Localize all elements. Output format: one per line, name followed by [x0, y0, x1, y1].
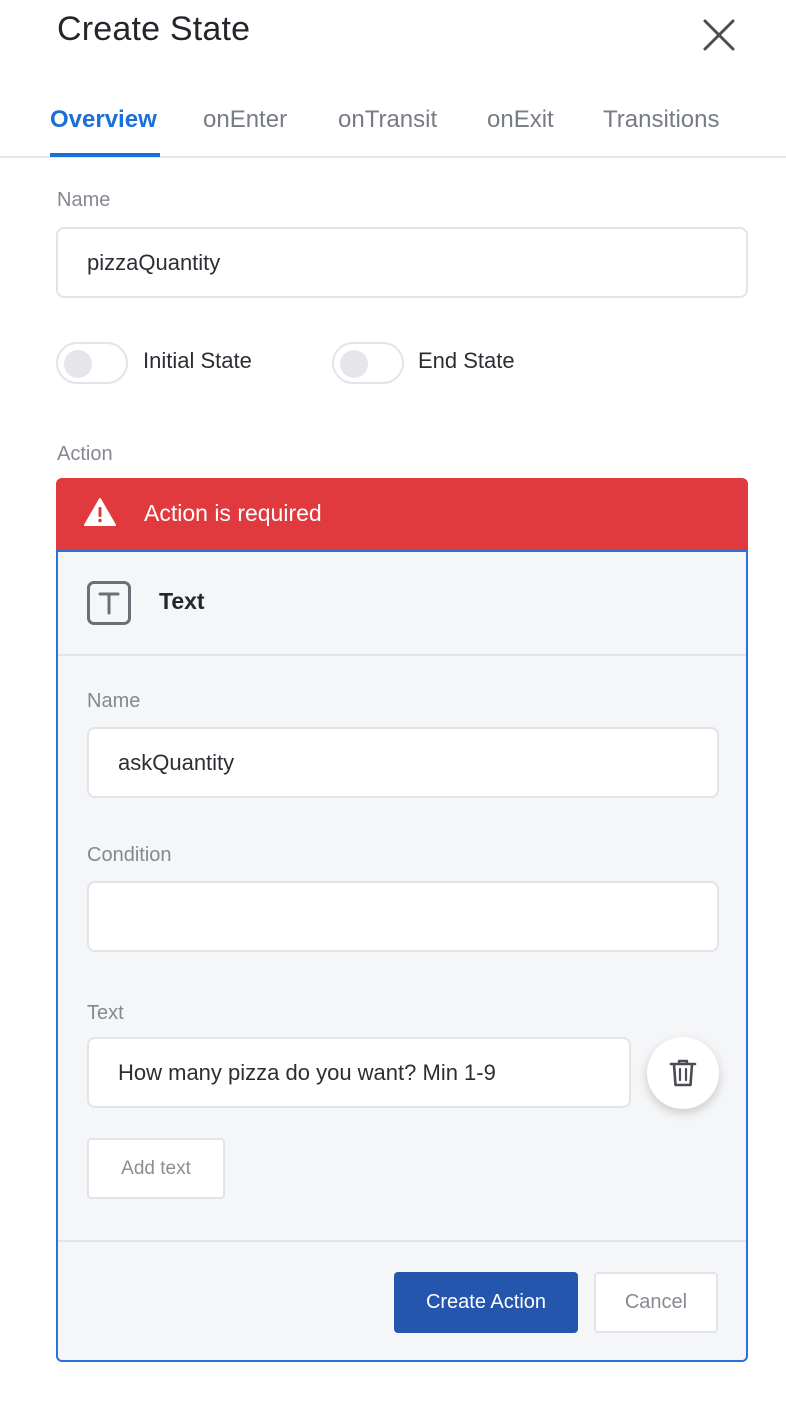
close-button[interactable]	[700, 16, 738, 54]
text-input[interactable]: How many pizza do you want? Min 1-9	[87, 1037, 631, 1108]
active-tab-indicator	[50, 153, 160, 157]
error-message: Action is required	[144, 500, 322, 526]
tab-onexit[interactable]: onExit	[487, 106, 554, 134]
action-name-label: Name	[87, 690, 141, 712]
action-name-input[interactable]: askQuantity	[87, 727, 719, 798]
text-value: How many pizza do you want? Min 1-9	[118, 1059, 496, 1085]
delete-text-button[interactable]	[647, 1037, 719, 1109]
cancel-button[interactable]: Cancel	[594, 1272, 718, 1333]
close-icon	[703, 19, 735, 51]
end-state-toggle[interactable]	[332, 342, 404, 384]
toggle-knob	[64, 350, 92, 378]
initial-state-label: Initial State	[143, 348, 252, 373]
end-state-label: End State	[418, 348, 515, 373]
tab-ontransit[interactable]: onTransit	[338, 106, 437, 134]
state-name-input[interactable]: pizzaQuantity	[56, 227, 748, 298]
card-footer-divider	[58, 1240, 746, 1242]
state-name-value: pizzaQuantity	[87, 249, 221, 275]
toggle-knob	[340, 350, 368, 378]
tab-bar: Overview onEnter onTransit onExit Transi…	[0, 96, 786, 158]
error-banner: Action is required	[56, 478, 748, 550]
initial-state-toggle[interactable]	[56, 342, 128, 384]
action-name-value: askQuantity	[118, 749, 235, 775]
action-type-title: Text	[159, 588, 205, 614]
condition-input[interactable]	[87, 881, 719, 952]
tab-onenter[interactable]: onEnter	[203, 106, 287, 134]
add-text-button[interactable]: Add text	[87, 1138, 225, 1199]
action-card-header: Text	[58, 552, 746, 656]
action-section-label: Action	[57, 443, 113, 465]
panel-title: Create State	[57, 10, 251, 48]
action-card: Text Name askQuantity Condition Text How…	[56, 550, 748, 1362]
warning-icon	[84, 498, 116, 526]
state-name-label: Name	[57, 189, 111, 211]
condition-label: Condition	[87, 844, 172, 866]
create-action-button[interactable]: Create Action	[394, 1272, 578, 1333]
tab-transitions[interactable]: Transitions	[603, 106, 719, 134]
text-label: Text	[87, 1002, 124, 1024]
tab-overview[interactable]: Overview	[50, 106, 157, 134]
trash-icon	[669, 1059, 697, 1087]
create-state-panel: Create State Overview onEnter onTransit …	[0, 0, 786, 1418]
text-type-icon	[87, 581, 131, 625]
